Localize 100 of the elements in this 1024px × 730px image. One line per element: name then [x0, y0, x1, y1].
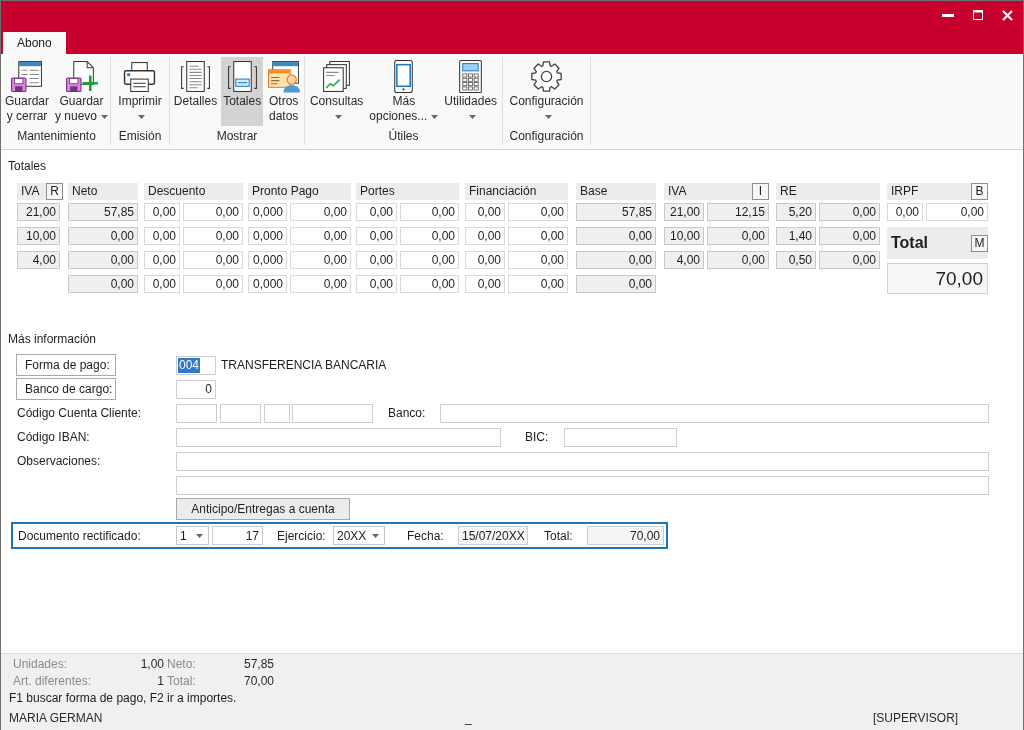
payment-method-button[interactable]: Forma de pago:	[16, 354, 116, 376]
amount-field: 57,85	[576, 203, 656, 221]
amount-field: 21,00	[17, 203, 60, 221]
amount-field[interactable]: 0,000	[248, 227, 287, 245]
amount-field[interactable]: 0,00	[290, 251, 351, 269]
amount-field[interactable]: 0,00	[356, 251, 397, 269]
key-button[interactable]: I	[752, 183, 769, 200]
input-field[interactable]	[220, 403, 261, 423]
amount-field[interactable]: 0,00	[290, 275, 351, 293]
column-header: Portes	[360, 183, 395, 200]
input-field[interactable]	[292, 403, 373, 423]
summary-label: Unidades:	[13, 656, 69, 673]
amount-field[interactable]: 0,00	[400, 275, 459, 293]
amount-field[interactable]: 0,00	[400, 227, 459, 245]
amount-field: 0,00	[68, 227, 138, 245]
column-header: RE	[780, 183, 797, 200]
amount-field[interactable]: 0,000	[248, 275, 287, 293]
ribbon-button[interactable]: Más opciones...	[367, 57, 441, 126]
ribbon-button[interactable]: Imprimir	[116, 57, 164, 126]
caret-icon	[372, 533, 379, 538]
document-lines-icon	[178, 60, 212, 93]
amount-field[interactable]: 0,00	[183, 227, 243, 245]
amount-field[interactable]: 0,00	[508, 275, 568, 293]
year-select[interactable]: 20XX	[333, 526, 385, 545]
field-label: BIC:	[524, 430, 550, 444]
amount-field[interactable]: 0,00	[290, 203, 351, 221]
amount-field[interactable]: 0,00	[183, 251, 243, 269]
page-summary-icon	[225, 60, 259, 93]
close-icon[interactable]	[1002, 9, 1013, 21]
amount-field[interactable]: 0,00	[144, 251, 180, 269]
caret-icon	[196, 533, 203, 538]
input-field[interactable]	[264, 403, 290, 423]
summary-label: Art. diferentes:	[13, 673, 93, 690]
ribbon-button[interactable]: Detalles	[171, 57, 220, 126]
ribbon-button[interactable]: Totales	[221, 57, 264, 126]
amount-field[interactable]: 0,00	[356, 275, 397, 293]
amount-field[interactable]: 0,00	[356, 227, 397, 245]
amount-field: 10,00	[17, 227, 60, 245]
amount-field[interactable]: 0,00	[926, 203, 988, 221]
amount-field[interactable]: 0,00	[356, 203, 397, 221]
amount-field[interactable]: 0,00	[290, 227, 351, 245]
amount-field[interactable]: 0,00	[400, 251, 459, 269]
series-select[interactable]: 1	[176, 526, 209, 545]
section-title: Más información	[7, 332, 98, 346]
total-label: Total	[891, 234, 929, 252]
amount-field[interactable]: 0,00	[887, 203, 923, 221]
input-field[interactable]: 17	[212, 526, 263, 545]
amount-field[interactable]: 0,00	[144, 227, 180, 245]
input-field[interactable]	[440, 403, 989, 423]
column-header: IRPF	[891, 183, 919, 200]
amount-field[interactable]: 0,00	[508, 227, 568, 245]
ribbon-group-label: Emisión	[118, 128, 162, 144]
input-field[interactable]	[176, 403, 217, 423]
amount-field[interactable]: 0,00	[508, 251, 568, 269]
status-hint: F1 buscar forma de pago, F2 ir a importes.	[9, 690, 238, 706]
summary-value: 70,00	[244, 673, 276, 690]
amount-field[interactable]: 0,00	[183, 203, 243, 221]
amount-field[interactable]: 0,00	[465, 275, 505, 293]
ribbon-button[interactable]: Guardar y cerrar	[2, 57, 51, 126]
ribbon-button[interactable]: Utilidades	[442, 57, 500, 126]
ribbon-tab[interactable]: Abono	[3, 32, 66, 54]
minimize-icon[interactable]	[942, 13, 954, 17]
input-field[interactable]	[176, 451, 989, 471]
field-label: Banco:	[387, 406, 427, 420]
amount-field[interactable]: 0,00	[144, 275, 180, 293]
payment-method-name: TRANSFERENCIA BANCARIA	[221, 358, 387, 372]
status-indicator: _	[465, 710, 473, 727]
input-field[interactable]: 0	[176, 379, 216, 399]
amount-field[interactable]: 0,00	[465, 251, 505, 269]
ribbon-button[interactable]: Configuración	[507, 57, 586, 126]
ribbon-button[interactable]: Otros datos	[265, 57, 303, 126]
amount-field[interactable]: 0,00	[465, 203, 505, 221]
total-field: 70,00	[587, 526, 664, 545]
amount-field[interactable]: 0,00	[400, 203, 459, 221]
maximize-icon[interactable]	[973, 10, 983, 20]
input-field[interactable]	[176, 475, 989, 495]
amount-field[interactable]: 0,000	[248, 203, 287, 221]
amount-field[interactable]: 0,00	[144, 203, 180, 221]
field-label: Observaciones:	[16, 454, 101, 468]
ribbon-button[interactable]: Guardar y nuevo	[53, 57, 111, 126]
key-button[interactable]: M	[971, 234, 988, 252]
user-name: MARIA GERMAN	[9, 710, 104, 727]
amount-field[interactable]: 0,000	[248, 251, 287, 269]
amount-field[interactable]: 0,00	[465, 227, 505, 245]
key-button[interactable]: R	[46, 183, 63, 200]
printer-icon	[123, 60, 157, 93]
ribbon-button[interactable]: Consultas	[307, 57, 366, 126]
advance-payments-button[interactable]: Anticipo/Entregas a cuenta	[176, 498, 350, 520]
field-label: Código Cuenta Cliente:	[16, 406, 142, 420]
amount-field: 21,00	[664, 203, 704, 221]
bank-button[interactable]: Banco de cargo:	[16, 378, 116, 400]
amount-field[interactable]: 0,00	[508, 203, 568, 221]
input-field[interactable]	[176, 427, 501, 447]
key-button[interactable]: B	[971, 183, 988, 200]
ribbon-group-label: Configuración	[509, 128, 584, 144]
code-field[interactable]: 004	[176, 355, 216, 375]
settings-icon	[530, 60, 563, 93]
input-field[interactable]	[564, 427, 677, 447]
amount-field[interactable]: 0,00	[183, 275, 243, 293]
amount-field: 1,40	[776, 227, 816, 245]
